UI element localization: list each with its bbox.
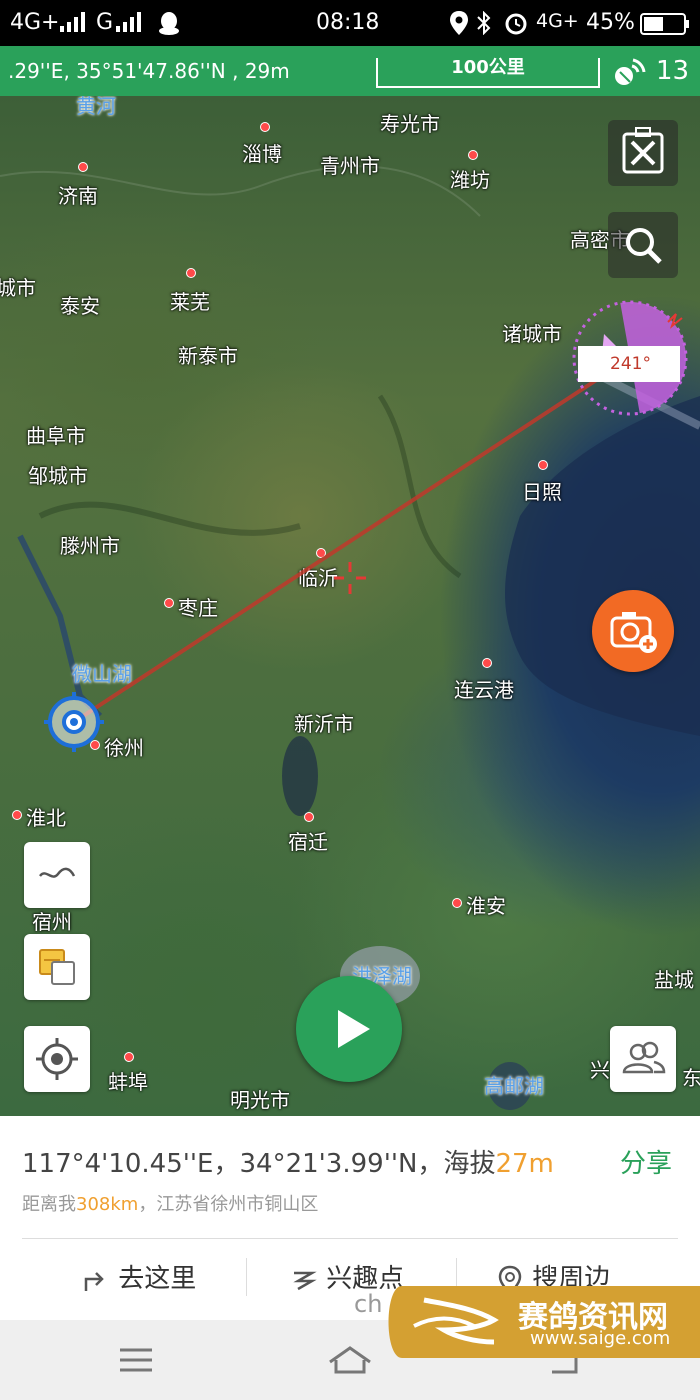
clock-time: 08:18	[316, 10, 380, 35]
track-mode-button[interactable]	[24, 842, 90, 908]
bearing-label: 241°	[578, 346, 680, 382]
signal-icon	[60, 12, 85, 32]
watermark: 赛鸽资讯网 www.saige.com ch	[354, 1286, 700, 1358]
poi-icon	[293, 1271, 317, 1290]
qq-icon	[159, 12, 179, 35]
play-icon	[338, 1010, 370, 1048]
network-type-label-3: 4G+	[536, 10, 579, 32]
people-icon	[622, 1041, 666, 1074]
toolbox-button[interactable]	[608, 120, 678, 186]
watermark-fragment: ch	[354, 1290, 383, 1318]
map-scale: 100公里	[376, 58, 600, 88]
current-coordinates: .29''E, 35°51'47.86''N , 29m	[8, 59, 290, 83]
wave-icon	[39, 867, 76, 878]
my-location-button[interactable]	[24, 1026, 90, 1092]
divider	[22, 1238, 678, 1239]
navigate-here-button[interactable]: 去这里	[80, 1258, 196, 1295]
layers-icon	[39, 949, 75, 985]
alarm-icon	[505, 13, 527, 35]
search-button[interactable]	[608, 212, 678, 278]
altitude-value: 27m	[495, 1149, 554, 1179]
home-nav-button[interactable]	[326, 1340, 374, 1380]
distance-prefix: 距离我	[22, 1194, 76, 1215]
selected-coordinates: 117°4'10.45''E，34°21'3.99''N，海拔27m	[22, 1143, 554, 1180]
route-line	[72, 356, 632, 724]
longitude-value: 117°4'10.45''E，	[22, 1149, 240, 1179]
watermark-url: www.saige.com	[530, 1328, 671, 1349]
altitude-label: 海拔	[443, 1149, 496, 1179]
camera-icon	[610, 612, 657, 653]
layers-button[interactable]	[24, 934, 90, 1000]
satellite-count: 13	[656, 56, 690, 86]
midpoint-crosshair-icon	[334, 562, 366, 594]
latitude-value: 34°21'3.99''N，	[239, 1149, 444, 1179]
play-track-button[interactable]	[296, 976, 402, 1082]
address-text: ，江苏省徐州市铜山区	[138, 1194, 319, 1215]
battery-percent: 45%	[586, 10, 635, 35]
coordinate-bar: .29''E, 35°51'47.86''N , 29m 100公里 13	[0, 46, 700, 96]
location-icon	[450, 11, 468, 35]
battery-icon	[640, 13, 689, 35]
camera-button[interactable]	[592, 590, 674, 672]
signal-icon-2	[116, 12, 141, 32]
distance-value: 308km	[76, 1194, 139, 1215]
menu-icon	[120, 1348, 152, 1372]
status-bar: 4G+ G 08:18 4G+ 45%	[0, 0, 700, 46]
satellite-icon	[615, 58, 646, 85]
network-type-label-2: G	[96, 10, 114, 35]
friends-button[interactable]	[610, 1026, 676, 1092]
menu-nav-button[interactable]	[116, 1342, 156, 1378]
map-view[interactable]: 黄河 寿光市 淄博 青州市 济南 潍坊 高密市 城市 泰安 莱芜 诸城市 新泰市…	[0, 96, 700, 1116]
turn-arrow-icon	[84, 1271, 104, 1291]
network-type-label: 4G+	[10, 10, 60, 35]
share-button[interactable]: 分享	[620, 1143, 672, 1180]
tools-icon	[622, 127, 664, 174]
search-icon	[626, 228, 662, 264]
crosshair-icon	[36, 1038, 78, 1080]
divider	[246, 1258, 247, 1296]
distance-info: 距离我308km，江苏省徐州市铜山区	[22, 1190, 318, 1216]
navigate-here-label: 去这里	[118, 1264, 197, 1294]
home-icon	[329, 1346, 371, 1374]
locate-target-icon	[44, 692, 104, 752]
bluetooth-icon	[477, 11, 491, 35]
